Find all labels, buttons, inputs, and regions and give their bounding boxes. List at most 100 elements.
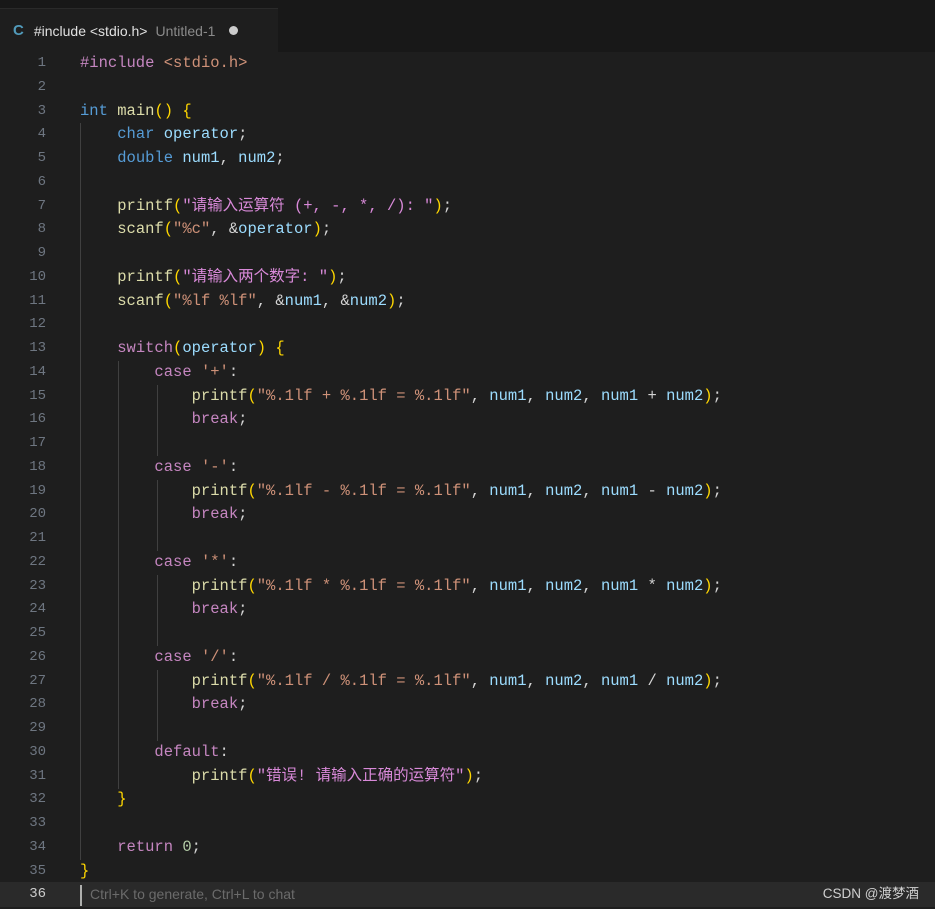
code-line[interactable]: 31 printf("错误! 请输入正确的运算符");: [0, 765, 935, 789]
line-code: printf("错误! 请输入正确的运算符");: [191, 766, 484, 785]
code-line[interactable]: 15 printf("%.1lf + %.1lf = %.1lf", num1,…: [0, 385, 935, 409]
line-number: 21: [29, 530, 46, 546]
line-code: break;: [191, 695, 248, 714]
code-line[interactable]: 18 case '-':: [0, 456, 935, 480]
line-code: #include <stdio.h>: [80, 54, 248, 72]
code-line[interactable]: 33: [0, 812, 935, 836]
ai-hint-text: Ctrl+K to generate, Ctrl+L to chat: [90, 886, 295, 902]
line-number: 25: [29, 625, 46, 641]
code-line[interactable]: 1 #include <stdio.h>: [0, 52, 935, 76]
code-line[interactable]: 17: [0, 432, 935, 456]
line-number: 22: [29, 553, 46, 570]
line-number: 19: [29, 482, 46, 499]
line-code: break;: [191, 600, 248, 619]
code-line[interactable]: 4 char operator;: [0, 123, 935, 147]
line-number: 9: [37, 245, 46, 261]
tab-title: #include <stdio.h>: [33, 22, 148, 39]
line-code: }: [117, 790, 127, 809]
line-number: 24: [29, 601, 46, 618]
line-number: 34: [29, 838, 46, 855]
line-code: double num1, num2;: [117, 149, 285, 167]
line-number: 32: [29, 791, 46, 808]
code-line[interactable]: 12: [0, 313, 935, 337]
line-number: 8: [37, 221, 46, 238]
code-line[interactable]: 11 scanf("%lf %lf", &num1, &num2);: [0, 290, 935, 314]
line-number: 14: [29, 363, 46, 380]
code-line[interactable]: 30 default:: [0, 741, 935, 765]
code-line[interactable]: 27 printf("%.1lf / %.1lf = %.1lf", num1,…: [0, 670, 935, 694]
code-line[interactable]: 14 case '+':: [0, 361, 935, 385]
code-line[interactable]: 10 printf("请输入两个数字: ");: [0, 266, 935, 290]
code-line[interactable]: 16 break;: [0, 408, 935, 432]
code-line[interactable]: 28 break;: [0, 693, 935, 717]
line-code: scanf("%c", &operator);: [117, 220, 332, 239]
code-editor[interactable]: 1 #include <stdio.h> 2 3 int main() {4 char …: [0, 52, 935, 909]
line-number: 23: [29, 577, 46, 594]
line-code: printf("%.1lf / %.1lf = %.1lf", num1, nu…: [191, 671, 722, 690]
unsaved-dot-icon[interactable]: [229, 26, 239, 35]
line-code: char operator;: [117, 125, 248, 144]
code-line[interactable]: 22 case '*':: [0, 551, 935, 575]
code-line[interactable]: 20 break;: [0, 503, 935, 527]
line-number: 3: [37, 102, 46, 119]
code-line[interactable]: 26 case '/':: [0, 646, 935, 670]
code-line[interactable]: 35}: [0, 860, 935, 884]
line-number: 4: [37, 126, 46, 143]
code-line[interactable]: 5 double num1, num2;: [0, 147, 935, 171]
code-line[interactable]: 19 printf("%.1lf - %.1lf = %.1lf", num1,…: [0, 480, 935, 504]
line-code: printf("%.1lf - %.1lf = %.1lf", num1, nu…: [191, 481, 722, 500]
line-code: case '+':: [154, 362, 239, 381]
line-code: printf("请输入两个数字: ");: [117, 267, 347, 286]
line-code: return 0;: [117, 837, 201, 856]
line-code: printf("%.1lf * %.1lf = %.1lf", num1, nu…: [191, 576, 722, 595]
c-language-icon: C: [13, 22, 24, 39]
code-line[interactable]: 13 switch(operator) {: [0, 337, 935, 361]
text-cursor: [80, 885, 82, 906]
code-line[interactable]: 34 return 0;: [0, 836, 935, 860]
editor-tab[interactable]: C #include <stdio.h> Untitled-1: [0, 8, 278, 52]
line-number: 16: [29, 411, 46, 428]
code-line[interactable]: 6: [0, 171, 935, 195]
line-number: 35: [29, 862, 46, 879]
code-line[interactable]: 29: [0, 717, 935, 741]
line-number: 31: [29, 767, 46, 784]
line-number: 30: [29, 743, 46, 760]
line-number: 1: [37, 55, 46, 71]
line-code: case '-':: [154, 457, 239, 476]
line-number: 27: [29, 672, 46, 689]
code-line[interactable]: 23 printf("%.1lf * %.1lf = %.1lf", num1,…: [0, 575, 935, 599]
line-code: switch(operator) {: [117, 339, 285, 357]
line-code: printf("请输入运算符 (+, -, *, /): ");: [117, 196, 453, 215]
line-number: 13: [29, 340, 46, 356]
line-number: 28: [29, 696, 46, 713]
line-number: 12: [29, 316, 46, 333]
tab-bar: C #include <stdio.h> Untitled-1: [0, 0, 935, 52]
line-code: }: [80, 861, 90, 880]
code-line[interactable]: 21: [0, 527, 935, 551]
line-number: 10: [29, 268, 46, 285]
code-line[interactable]: 25: [0, 622, 935, 646]
line-number: 5: [37, 150, 46, 166]
code-line[interactable]: 32 }: [0, 788, 935, 812]
line-number: 33: [29, 815, 46, 831]
code-line[interactable]: 7 printf("请输入运算符 (+, -, *, /): ");: [0, 195, 935, 219]
line-code: case '*':: [154, 552, 239, 571]
line-code: default:: [154, 742, 229, 761]
code-line[interactable]: 2: [0, 76, 935, 100]
line-code: scanf("%lf %lf", &num1, &num2);: [117, 291, 406, 310]
tab-subtitle: Untitled-1: [155, 22, 216, 39]
code-line[interactable]: 8 scanf("%c", &operator);: [0, 218, 935, 242]
code-line[interactable]: 3 int main() {: [0, 100, 935, 124]
line-number: 29: [29, 720, 46, 736]
code-line[interactable]: 24 break;: [0, 598, 935, 622]
line-number: 2: [37, 78, 46, 95]
line-number: 26: [29, 648, 46, 665]
line-number: 17: [29, 435, 46, 451]
line-code: case '/':: [154, 647, 239, 666]
line-number: 20: [29, 506, 46, 523]
line-number: 18: [29, 458, 46, 475]
line-code: int main() {: [80, 101, 192, 120]
line-code: break;: [191, 410, 248, 429]
line-number: 11: [29, 292, 46, 309]
code-line[interactable]: 9: [0, 242, 935, 266]
